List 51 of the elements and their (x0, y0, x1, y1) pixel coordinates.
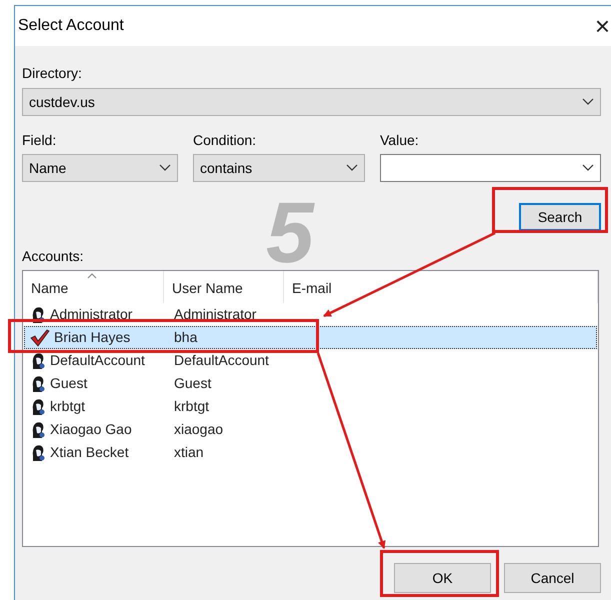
account-row[interactable]: Brian Hayes bha (24, 326, 597, 349)
sort-ascending-icon (87, 273, 97, 279)
chevron-down-icon (346, 164, 358, 172)
dropdown[interactable]: custdev.us (22, 88, 601, 116)
table-cell-text: Administrator (50, 305, 132, 324)
table-cell-text: Guest (50, 374, 88, 393)
account-row[interactable]: krbtgt krbtgt (24, 395, 597, 418)
user-icon (30, 306, 46, 324)
table-cell-text: Xtian Becket (50, 443, 129, 462)
account-row[interactable]: Guest Guest (24, 372, 597, 395)
user-icon (30, 352, 46, 370)
account-row[interactable]: Xtian Becket xtian (24, 441, 597, 464)
user-icon (30, 374, 46, 392)
table-cell-text: Brian Hayes (54, 328, 130, 347)
column-header[interactable]: Name (23, 271, 164, 303)
filter-label: Field: (22, 131, 58, 150)
search-button[interactable]: Search (519, 203, 601, 231)
window-title: Select Account (18, 16, 124, 36)
column-header[interactable]: User Name (164, 271, 284, 303)
ok-button[interactable]: OK (394, 563, 491, 593)
table-cell-text: Administrator (173, 305, 256, 324)
user-icon (30, 398, 46, 416)
table-cell-text: DefaultAccount (50, 351, 145, 370)
accounts-list[interactable]: Name User Name E-mail Administrator Administrator Brian Hayes bha DefaultAccount DefaultAccount Guest Guest krbtgt krbtgt Xiaogao Gao xiaogao Xtian Becket xtian (22, 270, 599, 547)
dropdown[interactable]: Name (22, 154, 178, 182)
account-row[interactable]: Xiaogao Gao xiaogao (24, 418, 597, 441)
directory-label: Directory: (22, 64, 83, 83)
table-cell-text: DefaultAccount (173, 351, 269, 370)
table-cell-text: krbtgt (50, 397, 86, 416)
filter-label: Condition: (193, 131, 258, 150)
checkmark-icon (30, 328, 50, 346)
chevron-down-icon (582, 164, 594, 172)
table-cell-text: xtian (173, 443, 204, 462)
filter-label: Value: (380, 131, 420, 150)
close-button[interactable]: × (594, 13, 610, 39)
table-cell-text: Guest (173, 374, 212, 393)
user-icon (30, 420, 46, 438)
chevron-down-icon (159, 164, 171, 172)
account-row[interactable]: Administrator Administrator (24, 303, 597, 326)
account-row[interactable]: DefaultAccount DefaultAccount (24, 349, 597, 372)
table-cell-text: xiaogao (173, 420, 224, 439)
table-cell-text: Xiaogao Gao (50, 420, 132, 439)
accounts-label: Accounts: (22, 247, 84, 266)
cancel-button[interactable]: Cancel (504, 563, 601, 593)
user-icon (30, 444, 46, 462)
table-cell-text: bha (173, 328, 198, 347)
value-field[interactable] (380, 154, 601, 182)
chevron-down-icon (582, 98, 594, 106)
column-header[interactable]: E-mail (284, 271, 598, 303)
dropdown[interactable]: contains (193, 154, 365, 182)
table-cell-text: krbtgt (173, 397, 210, 416)
